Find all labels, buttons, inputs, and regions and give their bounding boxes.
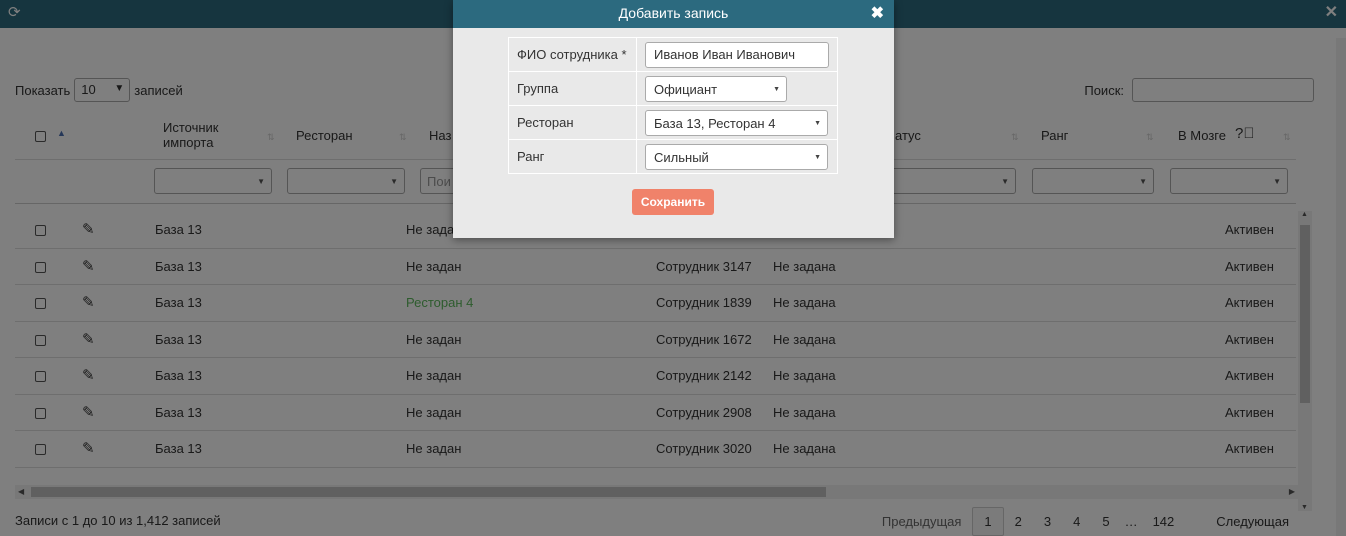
restaurant-select[interactable]: База 13, Ресторан 4 ▼ <box>645 109 828 136</box>
add-record-modal: Добавить запись ✖ ФИО сотрудника * Ивано… <box>453 0 894 238</box>
chevron-down-icon: ▼ <box>814 119 821 127</box>
record-form: ФИО сотрудника * Иванов Иван Иванович Гр… <box>508 37 838 174</box>
rank-select[interactable]: Сильный ▼ <box>645 143 828 170</box>
chevron-down-icon: ▼ <box>773 85 780 93</box>
fio-input[interactable]: Иванов Иван Иванович <box>645 41 829 68</box>
rank-select-value: Сильный <box>654 149 709 165</box>
close-icon[interactable]: ✖ <box>871 1 884 27</box>
rank-label: Ранг <box>508 139 637 174</box>
restaurant-label: Ресторан <box>508 105 637 140</box>
modal-title: Добавить запись <box>618 5 729 21</box>
fio-label: ФИО сотрудника * <box>508 37 637 72</box>
modal-header: Добавить запись ✖ <box>453 0 894 28</box>
group-select-value: Официант <box>654 81 718 97</box>
group-select[interactable]: Официант ▼ <box>645 75 787 102</box>
restaurant-select-value: База 13, Ресторан 4 <box>654 115 776 131</box>
chevron-down-icon: ▼ <box>814 153 821 161</box>
group-label: Группа <box>508 71 637 106</box>
save-button[interactable]: Сохранить <box>632 189 714 215</box>
